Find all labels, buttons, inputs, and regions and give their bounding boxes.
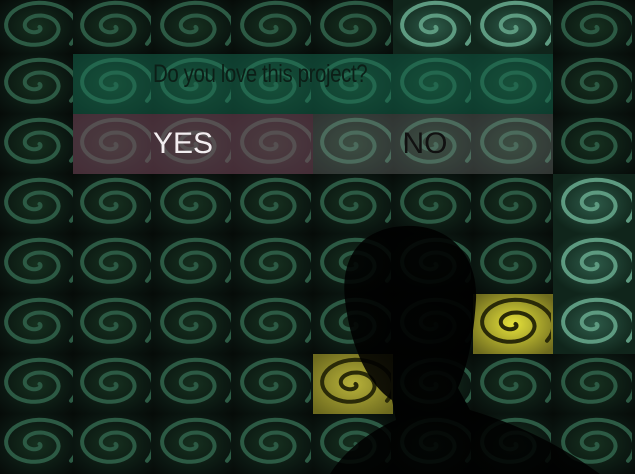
yes-button-label: YES	[152, 127, 214, 160]
yes-button[interactable]: YES	[73, 114, 313, 174]
question-text: Do you love this project?	[153, 60, 368, 88]
question-banner: Do you love this project?	[73, 54, 553, 114]
no-button-label: NO	[402, 127, 448, 160]
quiz-panel: Do you love this project? YES NO	[73, 54, 553, 174]
no-button[interactable]: NO	[313, 114, 553, 174]
